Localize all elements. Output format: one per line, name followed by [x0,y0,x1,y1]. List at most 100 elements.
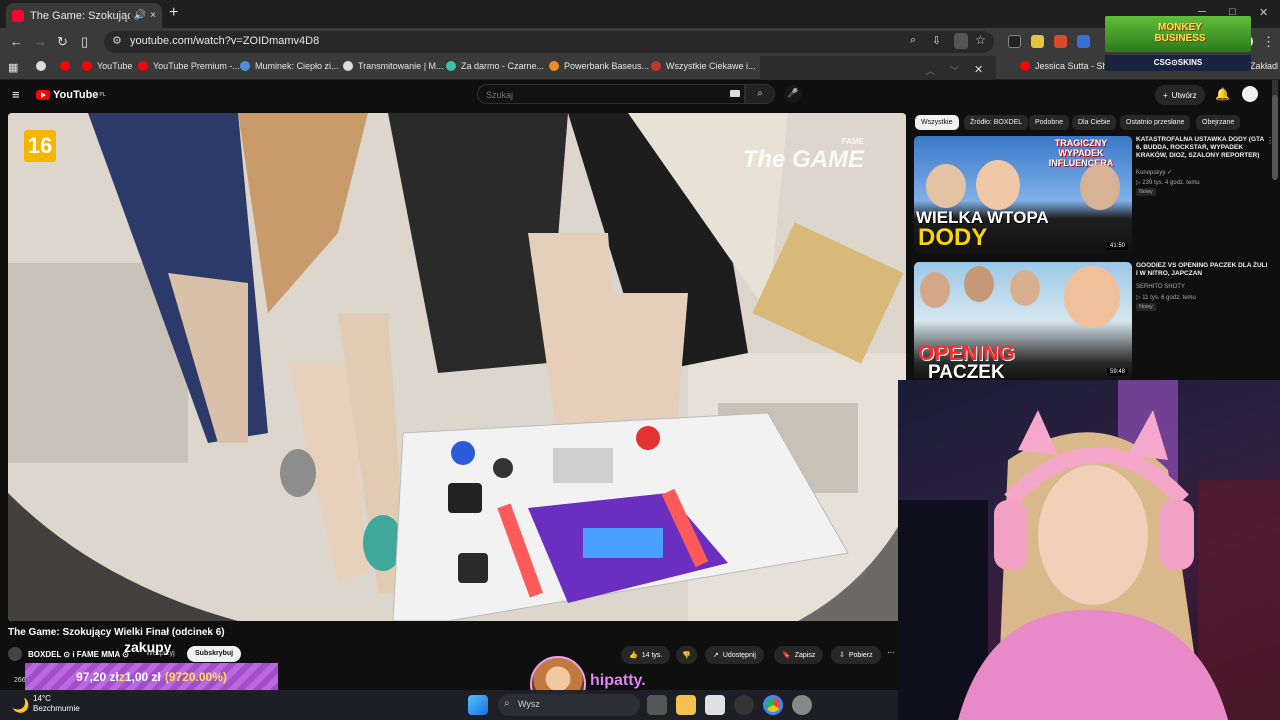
extension-icon[interactable] [1031,35,1044,48]
install-icon[interactable]: ⇩ [932,34,941,47]
chip-for-you[interactable]: Dla Ciebie [1072,115,1117,130]
extension-icon[interactable] [1008,35,1021,48]
ad-title: MONKEY BUSINESS [1154,22,1206,44]
thumbnail-text: DODY [918,224,988,251]
download-button[interactable]: ⇩ Pobierz [831,646,881,664]
browser-tab[interactable]: The Game: Szokujący Wielki 🔊 × [6,3,162,28]
file-explorer-icon[interactable] [676,695,696,715]
avatar[interactable] [1242,86,1258,102]
mic-icon[interactable]: 🎤 [784,85,802,103]
hamburger-menu-icon[interactable]: ≡ [12,87,20,102]
search-input[interactable] [478,86,718,104]
bookmark-icon[interactable] [60,61,75,71]
bookmark-folder[interactable]: Zakładki [1250,61,1278,71]
taskbar-search[interactable]: ⌕ Wysz [498,694,640,716]
site-info-icon[interactable]: ⚙ [112,34,122,47]
bookmark-powerbank[interactable]: Powerbank Baseus... [549,61,649,71]
game-icon [446,61,456,71]
video-duration: 59:48 [1106,368,1128,376]
find-up-icon[interactable]: ︿ [926,64,935,77]
youtube-logo[interactable]: YouTube PL [36,89,106,101]
reload-icon[interactable]: ↻ [57,34,68,50]
obs-icon[interactable] [734,695,754,715]
zoom-icon[interactable]: ⌕ [910,34,916,47]
recommendation-item[interactable]: OPENING PACZEK 59:48 GOODIEZ VS OPENING … [914,262,1274,380]
bookmark-youtube-premium[interactable]: YouTube Premium -... [138,61,240,71]
notifications-bell-icon[interactable]: 🔔 [1215,87,1230,101]
browser-tab-bar: The Game: Szokujący Wielki 🔊 × + ─ □ ✕ [0,0,1280,28]
broadcast-icon [343,61,353,71]
channel-avatar[interactable] [8,647,22,661]
person-face [926,164,966,208]
channel-name[interactable]: BOXDEL ⊙ i FAME MMA ⊙ [28,650,129,659]
close-window-button[interactable]: ✕ [1259,6,1268,19]
speaker-icon[interactable]: 🔊 [134,10,146,21]
video-thumbnail[interactable]: TRAGICZNY WYPADEK INFLUENCERA WIELKA WTO… [914,136,1132,254]
store-icon[interactable] [705,695,725,715]
chip-similar[interactable]: Podobne [1029,115,1070,130]
settings-gear-icon[interactable] [792,695,812,715]
chip-all[interactable]: Wszystkie [915,115,959,130]
search-box[interactable] [477,84,745,104]
keyboard-icon[interactable] [730,90,740,97]
bookmark-star-icon[interactable]: ☆ [975,33,986,47]
bookmark-muminek[interactable]: Muminek: Ciepło zi... [240,61,339,71]
page-scrollbar[interactable] [1272,95,1278,180]
person-face [1080,164,1120,210]
search-button[interactable]: ⌕ [745,84,775,104]
more-actions-button[interactable]: ··· [887,648,895,657]
youtube-play-icon [36,90,50,100]
fame-game-watermark: FAME The GAME [742,137,864,173]
browser-toolbar: ← → ↻ ▯ ⚙ youtube.com/watch?v=ZOIDmamv4D… [0,28,1280,56]
weather-widget[interactable]: 14°C Bezchmurnie [33,694,80,714]
apps-icon[interactable]: ▦ [8,61,18,74]
extension-icon[interactable] [1077,35,1090,48]
download-icon: ⇩ [839,652,845,659]
youtube-favicon-icon [12,9,24,22]
dislike-button[interactable]: 👎 [676,646,697,664]
subscribe-button[interactable]: Subskrybuj [187,646,242,662]
find-down-icon[interactable]: ﹀ [950,64,959,77]
share-icon: ↗ [713,652,719,659]
video-player[interactable]: 16 FAME The GAME [8,113,906,621]
recommendation-channel[interactable]: SERHITO SHOTY [1136,284,1185,290]
forward-icon[interactable]: → [34,34,47,49]
sidepanel-icon[interactable]: ▯ [81,34,88,50]
tab-close-icon[interactable]: × [150,10,156,21]
weather-moon-icon[interactable]: 🌙 [12,697,29,714]
video-frame [8,113,906,621]
bookmark-wszystkie[interactable]: Wszystkie Ciekawe i... [651,61,756,71]
chrome-icon[interactable] [763,695,783,715]
new-tab-button[interactable]: + [169,4,178,22]
search-icon: ⌕ [504,698,510,709]
address-bar[interactable]: ⚙ youtube.com/watch?v=ZOIDmamv4D8 ⌕ ⇩ ☆ [104,31,994,53]
video-thumbnail[interactable]: OPENING PACZEK 59:48 [914,262,1132,380]
bookmark-icon: 🔖 [782,652,791,659]
create-button[interactable]: + Utwórz [1155,85,1205,105]
share-button[interactable]: ↗ Udostępnij [705,646,764,664]
bookmark-youtube[interactable]: YouTube [82,61,132,71]
task-view-icon[interactable] [647,695,667,715]
bird-icon [240,61,250,71]
menu-kebab-icon[interactable]: ⋮ [1262,34,1275,50]
bookmark-icon[interactable] [36,61,51,71]
chip-recent[interactable]: Ostatnio przesłane [1120,115,1191,130]
recommendation-title[interactable]: GOODIEZ VS OPENING PACZEK DLA ŻULI I W N… [1136,262,1270,278]
bookmark-za-darmo[interactable]: Za darmo - Czarne... [446,61,544,71]
chip-watched[interactable]: Obejrzane [1196,115,1241,130]
chip-source[interactable]: Źródło: BOXDEL [964,115,1029,130]
extension-icon[interactable] [1054,35,1067,48]
person-face [1010,270,1040,306]
recommendation-item[interactable]: TRAGICZNY WYPADEK INFLUENCERA WIELKA WTO… [914,136,1274,254]
back-icon[interactable]: ← [10,34,23,49]
recommendation-title[interactable]: KATASTROFALNA USTAWKA DODY (GTA 6, BUDDA… [1136,136,1270,160]
bookmark-transmitowanie[interactable]: Transmitowanie | M... [343,61,444,71]
find-close-icon[interactable]: ✕ [974,63,983,76]
recommendation-channel[interactable]: Konopskyy ✓ [1136,169,1172,176]
youtube-icon [82,61,92,71]
windows-start-icon[interactable] [468,695,488,715]
reader-icon[interactable] [954,33,968,49]
like-button[interactable]: 👍 14 tys. [621,646,671,664]
youtube-header: ≡ YouTube PL ⌕ 🎤 +Utwórz 🔔 [0,80,1280,110]
save-button[interactable]: 🔖 Zapisz [774,646,824,664]
